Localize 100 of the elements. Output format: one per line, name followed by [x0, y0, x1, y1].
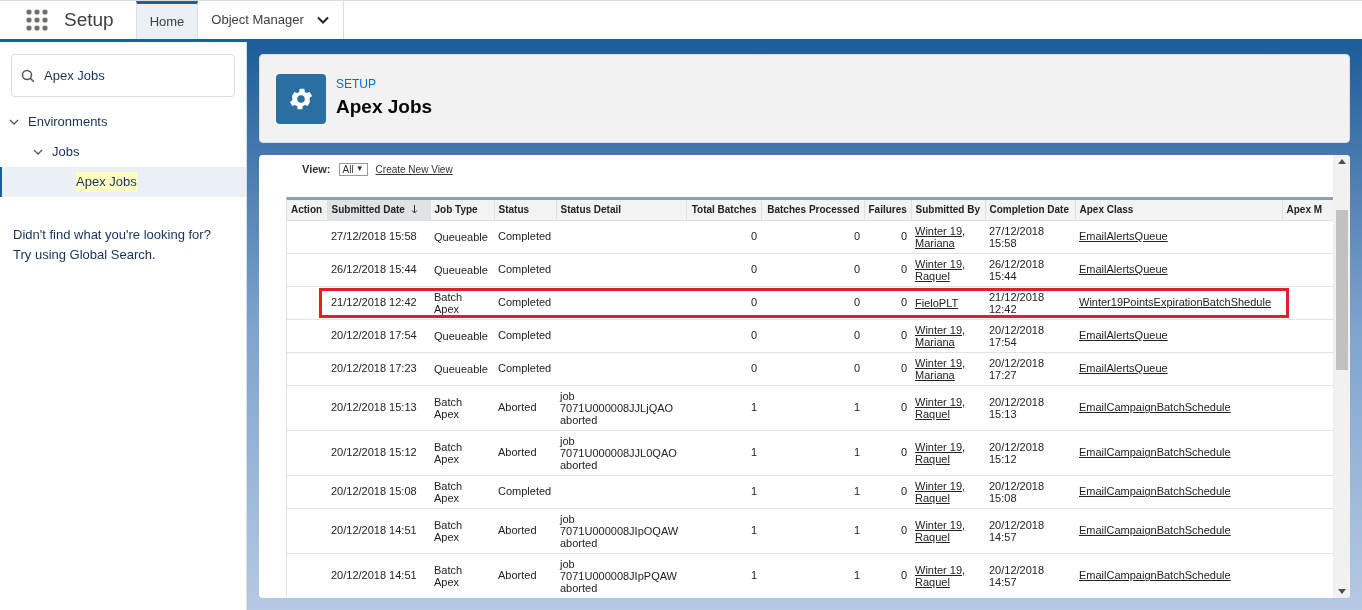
tree-item[interactable]: Apex Jobs [0, 167, 246, 197]
table-cell: Aborted [498, 524, 537, 537]
table-cell-text: Batch Apex [434, 290, 464, 315]
sort-arrow-icon [410, 205, 418, 215]
table-cell: 20/12/2018 15:12 [331, 446, 417, 459]
table-cell: 0 [853, 263, 860, 276]
table-cell-text: Batch Apex [434, 563, 464, 588]
table-cell-text: 20/12/2018 15:13 [989, 395, 1046, 420]
table-cell: 1 [853, 569, 860, 582]
scroll-down-icon[interactable] [1337, 589, 1346, 594]
table-cell: 20/12/2018 17:54 [331, 329, 417, 342]
search-field[interactable]: Apex Jobs [11, 54, 235, 97]
table-cell: 0 [853, 329, 860, 342]
user-link[interactable]: Winter 19, Raquel [915, 518, 975, 543]
table-cell: 27/12/2018 15:58 [331, 230, 417, 243]
table-cell: Completed [498, 263, 552, 276]
table-cell: 0 [900, 569, 907, 582]
table-cell: 1 [853, 524, 860, 537]
tree-item[interactable]: Jobs [0, 137, 246, 167]
table-cell: Completed [498, 329, 552, 342]
class-link[interactable]: EmailCampaignBatchSchedule [1079, 569, 1231, 582]
breadcrumb: SETUP [336, 76, 377, 94]
class-link[interactable]: EmailCampaignBatchSchedule [1079, 485, 1231, 498]
class-link[interactable]: EmailAlertsQueue [1079, 263, 1168, 276]
table-cell-text: Batch Apex [434, 518, 464, 543]
table-cell-text: job 7071U000008JJL0QAO aborted [560, 434, 678, 471]
nav-tab[interactable]: Home [135, 1, 199, 39]
user-link[interactable]: Winter 19, Raquel [915, 440, 975, 465]
table-cell: Aborted [498, 446, 537, 459]
table-cell: 0 [900, 296, 907, 309]
view-label: View: [302, 161, 331, 177]
tree-item[interactable]: Environments [0, 107, 246, 137]
table-cell: 20/12/2018 14:51 [331, 569, 417, 582]
user-link[interactable]: Winter 19, Raquel [915, 479, 975, 504]
scrollbar[interactable] [1333, 155, 1350, 598]
help-text: Didn't find what you're looking for? [13, 226, 212, 244]
table-cell-text: 20/12/2018 14:57 [989, 563, 1046, 588]
table-cell: 0 [900, 362, 907, 375]
table-cell: 0 [750, 230, 757, 243]
class-link[interactable]: EmailCampaignBatchSchedule [1079, 401, 1231, 414]
table-cell-text: 20/12/2018 17:54 [989, 323, 1046, 348]
search-icon [21, 69, 35, 83]
table-cell: 1 [853, 401, 860, 414]
table-cell: 1 [750, 569, 757, 582]
class-link[interactable]: EmailCampaignBatchSchedule [1079, 446, 1231, 459]
table-cell: 20/12/2018 15:13 [331, 401, 417, 414]
table-cell: 0 [900, 401, 907, 414]
dropdown-icon: ▼ [355, 163, 364, 175]
app-title: Setup [64, 7, 114, 32]
help-text: Try using Global Search. [13, 246, 157, 264]
class-link[interactable]: EmailAlertsQueue [1079, 362, 1168, 375]
table-cell: 0 [900, 230, 907, 243]
table-cell: 20/12/2018 15:08 [331, 485, 417, 498]
table-cell-text: 20/12/2018 15:08 [989, 479, 1046, 504]
table-cell-text: job 7071U000008JJLjQAO aborted [560, 389, 675, 426]
create-view-link[interactable]: Create New View [375, 161, 453, 177]
user-link[interactable]: Winter 19, Mariana [915, 356, 975, 381]
table-cell: Completed [498, 230, 552, 243]
table-cell: Completed [498, 362, 552, 375]
user-link[interactable]: Winter 19, Mariana [915, 224, 975, 249]
table-cell-text: 20/12/2018 17:27 [989, 356, 1046, 381]
table-cell: 21/12/2018 12:42 [331, 296, 417, 309]
table-cell-text: job 7071U000008JIpOQAW aborted [560, 512, 680, 549]
class-link[interactable]: EmailAlertsQueue [1079, 329, 1168, 342]
app-launcher-icon[interactable] [26, 9, 48, 31]
table-cell: Aborted [498, 569, 537, 582]
table-cell: 0 [900, 446, 907, 459]
table-cell-text: 20/12/2018 14:57 [989, 518, 1046, 543]
page-title: Apex Jobs [336, 95, 433, 120]
table-cell: 0 [750, 296, 757, 309]
user-link[interactable]: Winter 19, Raquel [915, 563, 975, 588]
user-link[interactable]: Winter 19, Raquel [915, 257, 975, 282]
table-cell: Completed [498, 296, 552, 309]
view-select[interactable]: All ▼ [338, 162, 368, 176]
table-cell: 0 [750, 329, 757, 342]
table-cell: 1 [750, 485, 757, 498]
class-link[interactable]: Winter19PointsExpirationBatchShedule [1079, 296, 1271, 309]
table-cell-text: 26/12/2018 15:44 [989, 257, 1046, 282]
table-cell: 20/12/2018 14:51 [331, 524, 417, 537]
table-cell: 0 [750, 263, 757, 276]
table-cell: 1 [750, 401, 757, 414]
table-cell-text: Batch Apex [434, 479, 464, 504]
table-cell: 20/12/2018 17:23 [331, 362, 417, 375]
table-cell: 1 [853, 446, 860, 459]
table-cell: 0 [853, 296, 860, 309]
table-cell: Completed [498, 485, 552, 498]
table-cell-text: Batch Apex [434, 395, 464, 420]
class-link[interactable]: EmailAlertsQueue [1079, 230, 1168, 243]
user-link[interactable]: Winter 19, Mariana [915, 323, 975, 348]
table-cell: 26/12/2018 15:44 [331, 263, 417, 276]
scroll-up-icon[interactable] [1337, 159, 1346, 164]
class-link[interactable]: EmailCampaignBatchSchedule [1079, 524, 1231, 537]
table-cell: 1 [853, 485, 860, 498]
table-cell: 0 [750, 362, 757, 375]
user-link[interactable]: Winter 19, Raquel [915, 395, 975, 420]
table-cell: 0 [900, 263, 907, 276]
table-cell-text: 21/12/2018 12:42 [989, 290, 1046, 315]
gear-icon [276, 73, 326, 124]
user-link[interactable]: FieloPLT [915, 296, 975, 309]
table-cell: 1 [750, 446, 757, 459]
